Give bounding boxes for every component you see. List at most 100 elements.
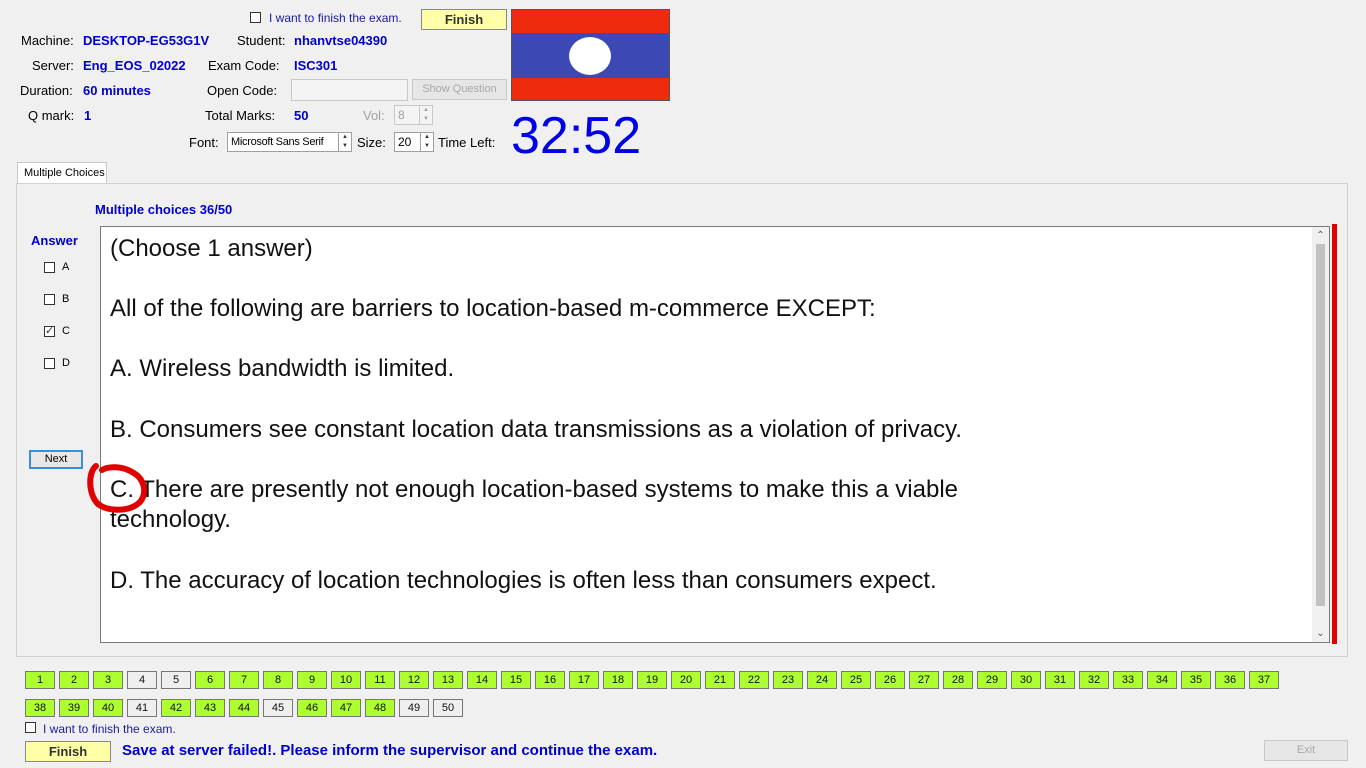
question-nav-button[interactable]: 22 [739,671,769,689]
answer-label: Answer [31,233,78,248]
qmark-label: Q mark: [28,108,75,123]
question-nav-button[interactable]: 38 [25,699,55,717]
question-box[interactable]: (Choose 1 answer) All of the following a… [100,226,1330,643]
question-nav-button[interactable]: 31 [1045,671,1075,689]
question-nav-button[interactable]: 20 [671,671,701,689]
question-nav-button[interactable]: 10 [331,671,361,689]
question-nav-button[interactable]: 5 [161,671,191,689]
question-nav-button[interactable]: 28 [943,671,973,689]
question-nav-button[interactable]: 35 [1181,671,1211,689]
question-nav-row-1: 1 2 3 4 5 6 7 8 9 10 11 12 13 14 15 16 17 18 19 20 21 22 23 24 2… [25,671,1345,691]
size-stepper[interactable]: 20 ▲ ▼ [394,132,434,152]
question-nav-button[interactable]: 50 [433,699,463,717]
question-scrollbar[interactable]: ⌃ ⌄ [1312,227,1329,642]
tab-multiple-choices[interactable]: Multiple Choices [17,162,107,184]
question-nav-button[interactable]: 36 [1215,671,1245,689]
question-nav-button[interactable]: 32 [1079,671,1109,689]
machine-value: DESKTOP-EG53G1V [83,33,210,48]
answer-b-checkbox[interactable] [44,294,55,305]
exit-button[interactable]: Exit [1264,740,1348,761]
question-nav-button[interactable]: 46 [297,699,327,717]
answer-d-label: D [62,357,70,369]
question-nav-button[interactable]: 42 [161,699,191,717]
question-stem: All of the following are barriers to loc… [110,295,876,322]
question-nav-button[interactable]: 25 [841,671,871,689]
question-nav-button[interactable]: 27 [909,671,939,689]
question-nav-button[interactable]: 47 [331,699,361,717]
total-marks-value: 50 [294,108,309,123]
progress-label: Multiple choices 36/50 [95,202,233,217]
question-nav-button[interactable]: 23 [773,671,803,689]
answer-c-checkbox[interactable] [44,326,55,337]
question-nav-button[interactable]: 39 [59,699,89,717]
question-nav-button[interactable]: 21 [705,671,735,689]
question-nav-button[interactable]: 7 [229,671,259,689]
question-nav-button[interactable]: 18 [603,671,633,689]
question-nav-button[interactable]: 2 [59,671,89,689]
question-nav-button[interactable]: 30 [1011,671,1041,689]
font-spin-arrows-icon[interactable]: ▲ ▼ [338,133,351,151]
vol-spin-arrows-icon[interactable]: ▲ ▼ [419,106,432,124]
tab-label: Multiple Choices [24,167,105,179]
option-c-text-line1: C. There are presently not enough locati… [110,476,959,503]
question-nav-button[interactable]: 24 [807,671,837,689]
open-code-input[interactable] [291,79,408,101]
font-select[interactable]: Microsoft Sans Serif ▲ ▼ [227,132,352,152]
flag-image [511,9,670,101]
question-nav-button[interactable]: 4 [127,671,157,689]
finish-bottom-button[interactable]: Finish [25,741,111,762]
question-nav-button[interactable]: 41 [127,699,157,717]
question-nav-button[interactable]: 33 [1113,671,1143,689]
question-nav-button[interactable]: 49 [399,699,429,717]
scroll-down-icon[interactable]: ⌄ [1312,625,1329,642]
finish-top-button[interactable]: Finish [421,9,507,30]
question-nav-button[interactable]: 15 [501,671,531,689]
question-nav-button[interactable]: 44 [229,699,259,717]
question-nav-button[interactable]: 45 [263,699,293,717]
question-nav-button[interactable]: 43 [195,699,225,717]
option-b-text: B. Consumers see constant location data … [110,416,962,443]
finish-bottom-checkbox[interactable] [25,722,36,733]
next-button[interactable]: Next [29,450,83,469]
question-nav-button[interactable]: 1 [25,671,55,689]
server-value: Eng_EOS_02022 [83,58,186,73]
student-label: Student: [237,33,286,48]
duration-label: Duration: [20,83,73,98]
question-nav-button[interactable]: 13 [433,671,463,689]
question-nav-button[interactable]: 19 [637,671,667,689]
question-nav-button[interactable]: 3 [93,671,123,689]
time-left-label: Time Left: [438,135,496,150]
scroll-thumb[interactable] [1316,244,1325,606]
question-nav-button[interactable]: 8 [263,671,293,689]
size-value: 20 [398,135,412,149]
vol-stepper[interactable]: 8 ▲ ▼ [394,105,433,125]
scroll-up-icon[interactable]: ⌃ [1312,227,1329,244]
question-nav-button[interactable]: 16 [535,671,565,689]
exam-code-label: Exam Code: [208,58,280,73]
question-nav-button[interactable]: 12 [399,671,429,689]
question-nav-row-2: 38 39 40 41 42 43 44 45 46 47 48 49 50 [25,699,1345,719]
finish-top-check-label: I want to finish the exam. [269,11,402,25]
duration-value: 60 minutes [83,83,151,98]
exam-code-value: ISC301 [294,58,338,73]
answer-a-checkbox[interactable] [44,262,55,273]
font-label: Font: [189,135,219,150]
question-nav-button[interactable]: 48 [365,699,395,717]
question-nav-button[interactable]: 6 [195,671,225,689]
question-nav-button[interactable]: 17 [569,671,599,689]
question-nav-button[interactable]: 26 [875,671,905,689]
answer-d-checkbox[interactable] [44,358,55,369]
question-nav-button[interactable]: 14 [467,671,497,689]
red-annotation-circle [87,463,148,513]
total-marks-label: Total Marks: [205,108,276,123]
question-nav-button[interactable]: 9 [297,671,327,689]
question-nav-button[interactable]: 29 [977,671,1007,689]
question-nav-button[interactable]: 34 [1147,671,1177,689]
finish-top-checkbox[interactable] [250,12,261,23]
question-nav-button[interactable]: 37 [1249,671,1279,689]
show-question-button[interactable]: Show Question [412,79,507,100]
size-spin-arrows-icon[interactable]: ▲ ▼ [420,133,433,151]
question-nav-button[interactable]: 11 [365,671,395,689]
option-a-text: A. Wireless bandwidth is limited. [110,355,455,382]
question-nav-button[interactable]: 40 [93,699,123,717]
